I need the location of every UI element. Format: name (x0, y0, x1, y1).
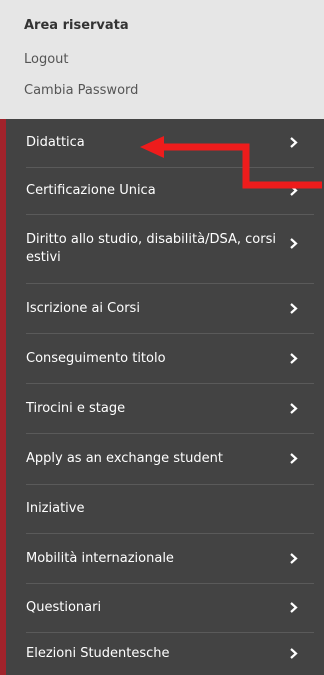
menu-item-questionari[interactable]: Questionari (6, 584, 324, 632)
chevron-right-icon (290, 302, 298, 314)
menu-item-conseguimento-titolo[interactable]: Conseguimento titolo (6, 334, 324, 383)
logout-link[interactable]: Logout (24, 52, 69, 67)
chevron-right-icon (290, 648, 298, 659)
side-menu: Didattica Certificazione Unica Diritto a… (0, 119, 324, 675)
menu-item-label: Questionari (26, 600, 102, 615)
menu-item-label: Didattica (26, 135, 85, 150)
menu-item-label: Certificazione Unica (26, 183, 156, 198)
menu-item-diritto-allo-studio[interactable]: Diritto allo studio, disabilità/DSA, cor… (6, 215, 324, 283)
chevron-right-icon (290, 137, 298, 148)
chevron-right-icon (290, 552, 298, 564)
change-password-link[interactable]: Cambia Password (24, 83, 138, 98)
chevron-right-icon (290, 602, 298, 613)
menu-item-label: Mobilità internazionale (26, 550, 174, 566)
menu-item-iscrizione-ai-corsi[interactable]: Iscrizione ai Corsi (6, 284, 324, 333)
menu-item-label: Tirocini e stage (26, 400, 126, 416)
reserved-area-title: Area riservata (24, 18, 129, 33)
menu-item-label: Conseguimento titolo (26, 350, 166, 366)
menu-item-apply-exchange-student[interactable]: Apply as an exchange student (6, 434, 324, 484)
menu-item-label: Apply as an exchange student (26, 451, 223, 466)
chevron-right-icon (290, 352, 298, 364)
menu-item-didattica[interactable]: Didattica (6, 119, 324, 167)
chevron-right-icon (290, 238, 298, 249)
menu-item-label: Elezioni Studentesche (26, 646, 170, 661)
menu-item-certificazione-unica[interactable]: Certificazione Unica (6, 168, 324, 214)
menu-item-label: Diritto allo studio, disabilità/DSA, cor… (26, 232, 276, 265)
menu-item-tirocini-e-stage[interactable]: Tirocini e stage (6, 384, 324, 433)
chevron-right-icon (290, 453, 298, 464)
reserved-area-panel: Area riservata Logout Cambia Password (0, 0, 324, 119)
menu-item-label: Iscrizione ai Corsi (26, 300, 140, 316)
chevron-right-icon (290, 402, 298, 414)
menu-item-elezioni-studentesche[interactable]: Elezioni Studentesche (6, 633, 324, 675)
chevron-right-icon (290, 185, 298, 196)
menu-item-iniziative[interactable]: Iniziative (6, 485, 324, 533)
menu-item-mobilita-internazionale[interactable]: Mobilità internazionale (6, 534, 324, 583)
menu-item-label: Iniziative (26, 501, 85, 516)
